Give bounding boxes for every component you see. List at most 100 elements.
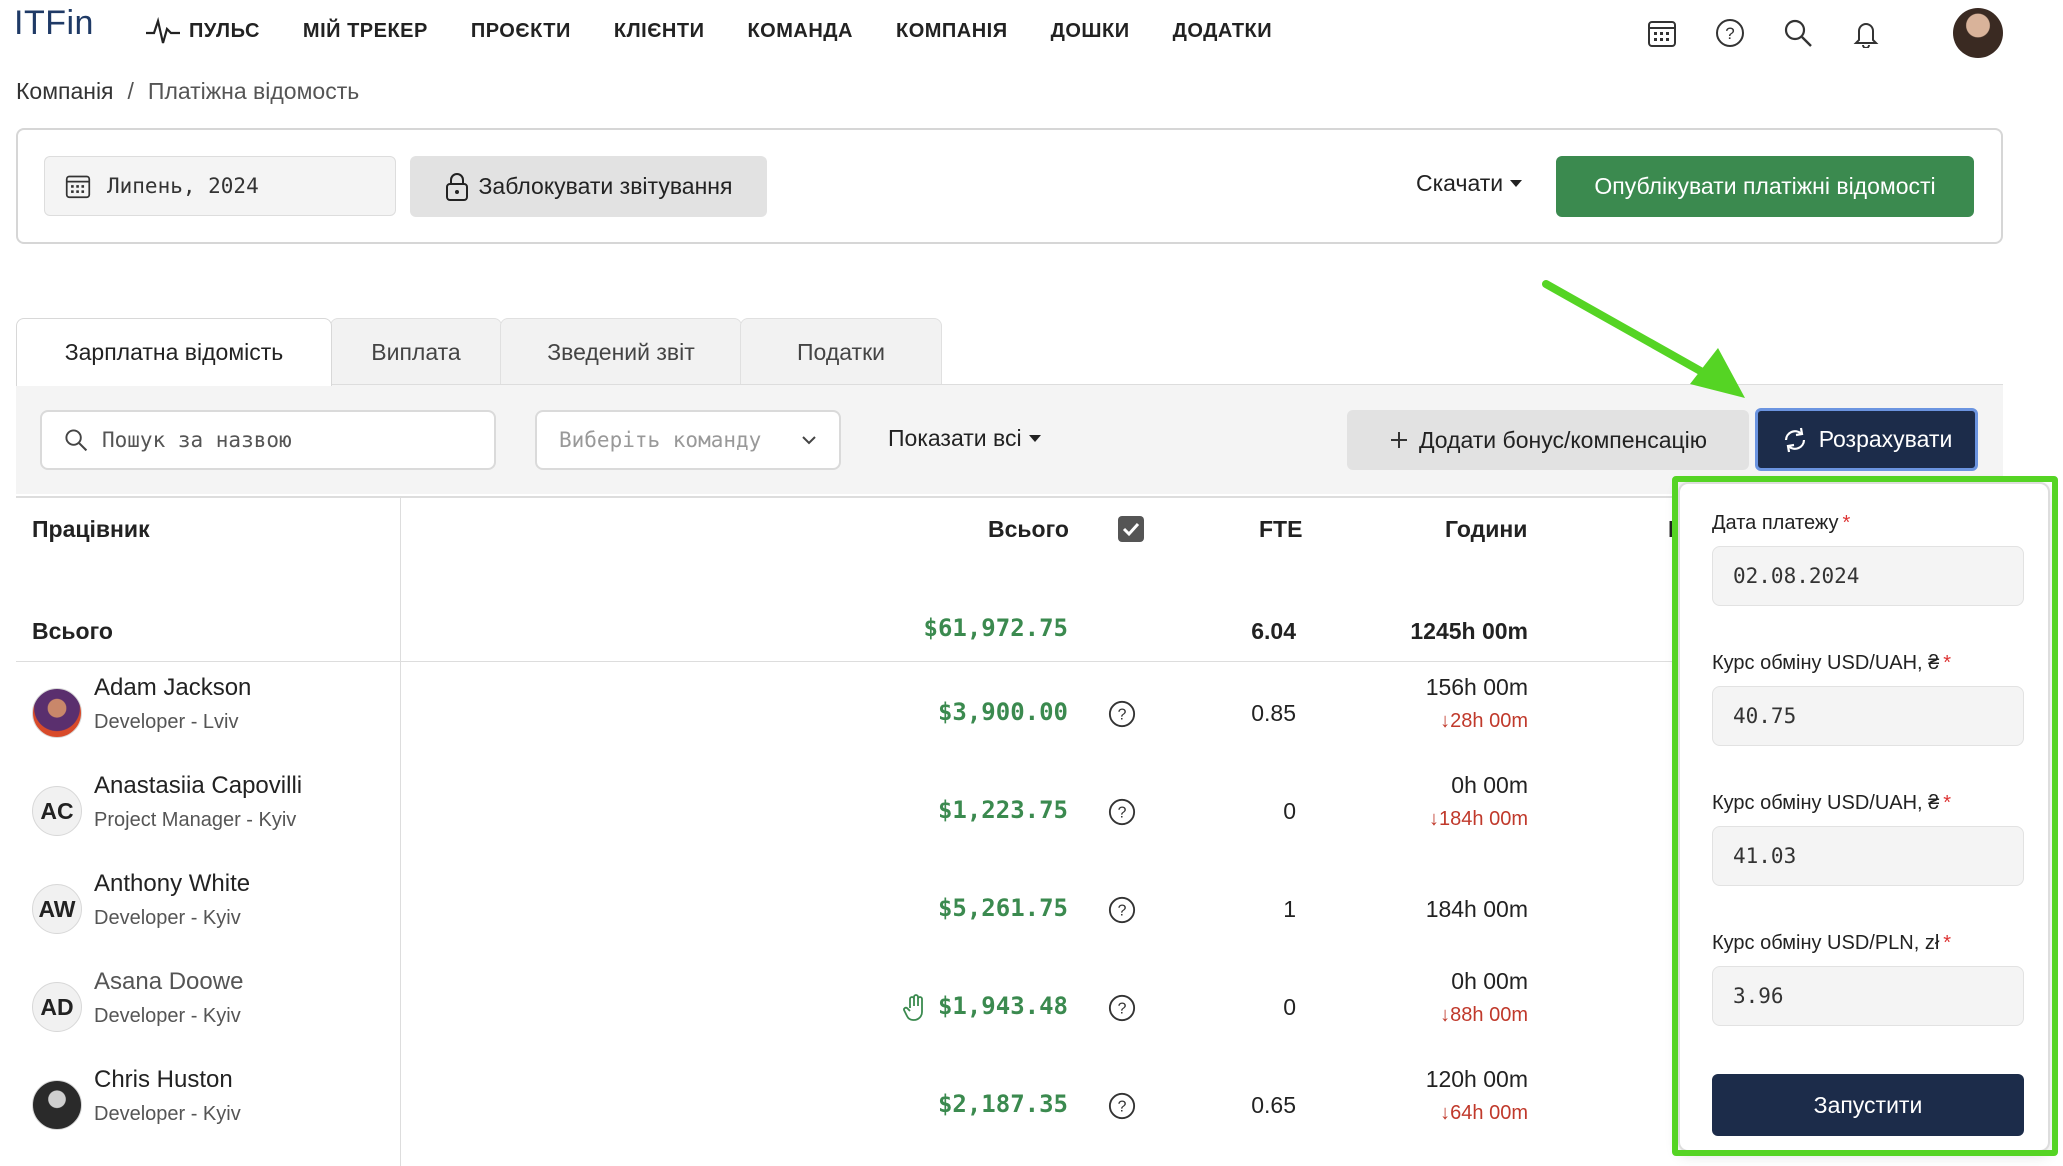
pulse-icon	[146, 17, 180, 44]
run-calculation-button[interactable]: Запустити	[1712, 1074, 2024, 1136]
avatar	[32, 688, 82, 738]
bell-icon[interactable]	[1847, 14, 1885, 52]
nav-item-company[interactable]: КОМПАНІЯ	[896, 20, 1008, 43]
nav-item-projects[interactable]: ПРОЄКТИ	[471, 20, 571, 43]
employee-name[interactable]: Adam Jackson	[94, 674, 251, 702]
team-select[interactable]: Виберіть команду	[535, 410, 841, 470]
search-icon[interactable]	[1779, 14, 1817, 52]
employee-name[interactable]: Anastasiia Capovilli	[94, 772, 302, 800]
employee-total[interactable]: $5,261.75	[900, 894, 1068, 922]
help-icon[interactable]: ?	[1108, 896, 1136, 924]
header-hours[interactable]: Години	[1445, 516, 1527, 543]
refresh-icon	[1784, 427, 1805, 452]
payment-date-field[interactable]: 02.08.2024	[1712, 546, 2024, 606]
lock-reporting-button[interactable]: Заблокувати звітування	[410, 156, 767, 217]
help-icon[interactable]: ?	[1108, 994, 1136, 1022]
nav-item-addons[interactable]: ДОДАТКИ	[1173, 20, 1273, 43]
rate-usd-uah-field[interactable]: 40.75	[1712, 686, 2024, 746]
header-fte[interactable]: FTE	[1259, 516, 1302, 543]
rate-usd-pln-field[interactable]: 3.96	[1712, 966, 2024, 1026]
rate-usd-uah-2-label: Курс обміну USD/UAH, ₴ *	[1712, 792, 1952, 814]
help-icon[interactable]: ?	[1108, 1092, 1136, 1120]
nav-item-team[interactable]: КОМАНДА	[747, 20, 853, 43]
employee-total[interactable]: $1,943.48	[900, 992, 1068, 1020]
add-bonus-label: Додати бонус/компенсацію	[1418, 426, 1708, 453]
header-total[interactable]: Всього	[988, 516, 1069, 543]
lock-reporting-label: Заблокувати звітування	[478, 173, 733, 199]
help-icon[interactable]: ?	[1108, 700, 1136, 728]
table-row[interactable]: Chris Huston Developer - Kyiv $2,187.35 …	[16, 1058, 1676, 1156]
tab-summary-report[interactable]: Зведений звіт	[500, 318, 742, 386]
add-bonus-button[interactable]: Додати бонус/компенсацію	[1347, 410, 1749, 470]
hours-deficit: ↓28h 00m	[1440, 710, 1528, 732]
nav-item-boards[interactable]: ДОШКИ	[1051, 20, 1130, 43]
employee-hours: 156h 00m	[1425, 674, 1528, 700]
avatar	[32, 1080, 82, 1130]
employee-fte: 1	[1283, 896, 1296, 922]
table-row[interactable]: AW Anthony White Developer - Kyiv $5,261…	[16, 862, 1676, 960]
help-icon[interactable]: ?	[1711, 14, 1749, 52]
check-icon	[1122, 522, 1140, 537]
breadcrumb-company[interactable]: Компанія	[16, 78, 114, 105]
nav-item-label: ПУЛЬС	[189, 19, 260, 42]
hours-deficit: ↓88h 00m	[1440, 1004, 1528, 1026]
svg-text:?: ?	[1118, 1099, 1127, 1116]
calculate-button[interactable]: Розрахувати	[1755, 408, 1978, 471]
arrow-annotation-icon	[1542, 280, 1745, 398]
employee-role: Developer - Kyiv	[94, 1103, 241, 1125]
totals-label: Всього	[32, 618, 113, 644]
employee-total[interactable]: $2,187.35	[900, 1090, 1068, 1118]
nav-item-label: МІЙ ТРЕКЕР	[302, 19, 428, 42]
employee-name[interactable]: Anthony White	[94, 870, 250, 898]
avatar: AD	[32, 982, 82, 1032]
team-select-placeholder: Виберіть команду	[559, 428, 762, 452]
breadcrumb-current: Платіжна відомость	[147, 78, 360, 104]
table-row[interactable]: Adam Jackson Developer - Lviv $3,900.00 …	[16, 666, 1676, 764]
hours-deficit-value: 88h 00m	[1450, 1004, 1528, 1026]
nav-item-pulse[interactable]: ПУЛЬС	[145, 17, 260, 45]
employee-role: Developer - Kyiv	[94, 907, 241, 929]
svg-text:?: ?	[1725, 24, 1734, 43]
show-all-dropdown[interactable]: Показати всі	[888, 425, 1042, 452]
tab-taxes[interactable]: Податки	[740, 318, 942, 386]
header-employee[interactable]: Працівник	[32, 516, 150, 543]
lock-icon	[445, 172, 468, 201]
rate-usd-uah-2-field[interactable]: 41.03	[1712, 826, 2024, 886]
tab-payout[interactable]: Виплата	[330, 318, 502, 386]
nav-item-my-tracker[interactable]: МІЙ ТРЕКЕР	[303, 20, 428, 43]
calendar-icon	[65, 175, 91, 199]
nav-item-clients[interactable]: КЛІЄНТИ	[614, 20, 705, 43]
employee-total[interactable]: $3,900.00	[900, 698, 1068, 726]
svg-text:?: ?	[1118, 805, 1127, 822]
employee-fte: 0.85	[1251, 700, 1296, 726]
search-icon	[65, 429, 88, 452]
table-row[interactable]: AC Anastasiia Capovilli Project Manager …	[16, 764, 1676, 862]
publish-payroll-button[interactable]: Опублікувати платіжні відомості	[1556, 156, 1974, 217]
caret-down-icon	[1510, 179, 1523, 187]
avatar: AW	[32, 884, 82, 934]
employee-role: Project Manager - Kyiv	[94, 809, 297, 831]
employee-name[interactable]: Chris Huston	[94, 1066, 233, 1094]
help-icon[interactable]: ?	[1108, 798, 1136, 826]
employee-hours: 0h 00m	[1451, 772, 1528, 798]
employee-name[interactable]: Asana Doowe	[94, 968, 243, 996]
period-picker[interactable]: Липень, 2024	[44, 156, 396, 216]
tab-payroll[interactable]: Зарплатна відомість	[16, 318, 332, 386]
user-avatar[interactable]	[1953, 8, 2003, 58]
select-all-checkbox[interactable]	[1118, 516, 1144, 542]
svg-text:?: ?	[1118, 903, 1127, 920]
nav-item-label: ДОДАТКИ	[1172, 19, 1273, 42]
table-row[interactable]: AD Asana Doowe Developer - Kyiv $1,943.4…	[16, 960, 1676, 1058]
totals-fte: 6.04	[1251, 618, 1296, 644]
hours-deficit-value: 184h 00m	[1439, 808, 1528, 830]
employee-total[interactable]: $1,223.75	[900, 796, 1068, 824]
calendar-icon[interactable]	[1643, 14, 1681, 52]
show-all-label: Показати всі	[888, 425, 1022, 451]
download-dropdown[interactable]: Скачати	[1416, 170, 1523, 197]
app-logo[interactable]: ITFin	[14, 4, 94, 43]
breadcrumb: Компанія / Платіжна відомость	[16, 78, 359, 105]
nav-item-label: ДОШКИ	[1050, 19, 1130, 42]
employee-fte: 0.65	[1251, 1092, 1296, 1118]
search-input[interactable]: Пошук за назвою	[40, 410, 496, 470]
download-label: Скачати	[1416, 170, 1504, 196]
